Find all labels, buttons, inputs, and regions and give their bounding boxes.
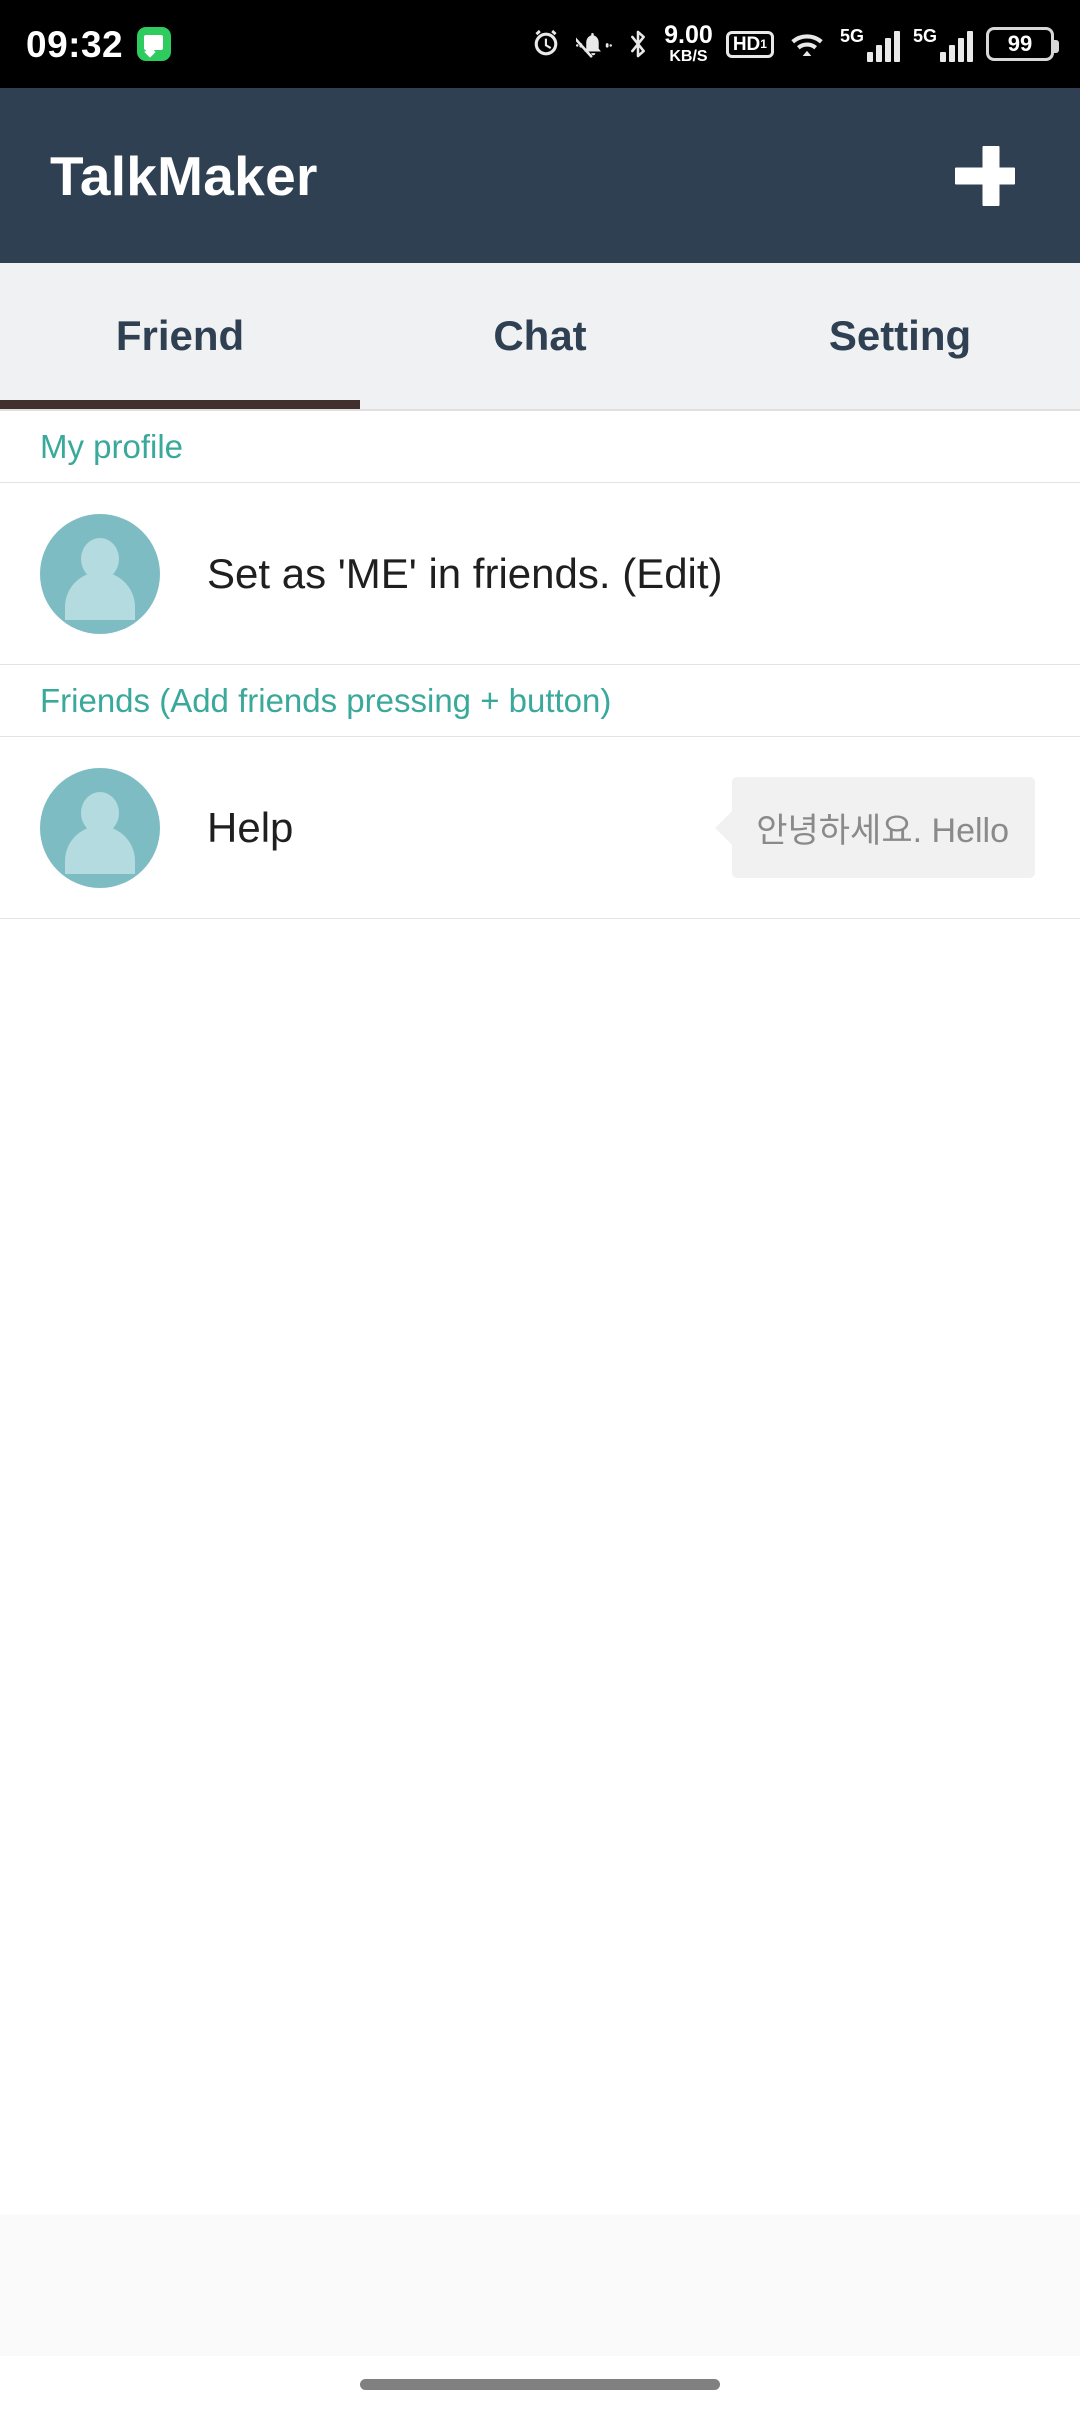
sim1-signal-bars [866,30,900,62]
sim2-network-label: 5G [912,25,937,46]
hd-label: HD [732,33,761,55]
tab-setting[interactable]: Setting [720,263,1080,409]
list-item-label: Set as 'ME' in friends. (Edit) [207,549,723,597]
tab-chat[interactable]: Chat [360,263,720,409]
sim1-network-label: 5G [839,25,864,46]
tab-setting-label: Setting [828,312,972,359]
tab-bar: Friend Chat Setting [0,263,1080,411]
page-title: TalkMaker [50,144,318,207]
sim2-signal-bars [940,30,973,62]
status-bar-clock: 09:32 [26,23,124,65]
volte-hd-icon: HD 1 [725,30,774,58]
network-speed-value: 9.00 [664,21,713,49]
section-header-label: Friends (Add friends pressing + button) [40,681,612,719]
home-gesture-bar[interactable] [360,2378,720,2390]
battery-indicator: 99 [986,27,1059,61]
tab-chat-label: Chat [493,312,587,359]
bell-muted-icon [576,27,613,61]
status-bar-right: 9.00 KB/S HD 1 5G 5G 99 [529,23,1059,65]
tab-friend[interactable]: Friend [0,263,360,409]
wifi-icon [787,27,827,61]
sim1-signal-indicator: 5G [840,27,900,62]
status-bar: 09:32 9.00 KB/S HD 1 5G 5G 99 [0,0,1080,88]
phone-screen: 09:32 9.00 KB/S HD 1 5G 5G 99 TalkMaker … [0,0,1080,2412]
network-speed-indicator: 9.00 KB/S [664,23,713,65]
bottom-panel [0,2215,1080,2356]
system-navigation-bar [0,2356,1080,2412]
list-item-my-profile[interactable]: Set as 'ME' in friends. (Edit) [0,483,1080,665]
section-header-my-profile: My profile [0,411,1080,483]
hd-sup: 1 [760,37,767,51]
list-item-friend-help[interactable]: Help 안녕하세요. Hello [0,737,1080,919]
sim2-signal-indicator: 5G [913,27,973,62]
battery-level-label: 99 [1007,31,1033,56]
network-speed-unit: KB/S [669,48,708,65]
status-message-bubble: 안녕하세요. Hello [732,777,1035,878]
app-bar: TalkMaker [0,88,1080,263]
plus-icon[interactable] [950,135,1032,217]
section-header-label: My profile [40,427,184,465]
bluetooth-icon [625,27,651,61]
status-bar-left: 09:32 [26,23,172,65]
alarm-clock-icon [529,27,563,61]
tab-friend-label: Friend [115,312,245,359]
section-header-friends: Friends (Add friends pressing + button) [0,665,1080,737]
list-item-label: Help [207,803,294,851]
person-avatar-icon [40,767,160,888]
message-icon [137,27,172,61]
friend-list: My profile Set as 'ME' in friends. (Edit… [0,411,1080,919]
person-avatar-icon [40,513,160,634]
